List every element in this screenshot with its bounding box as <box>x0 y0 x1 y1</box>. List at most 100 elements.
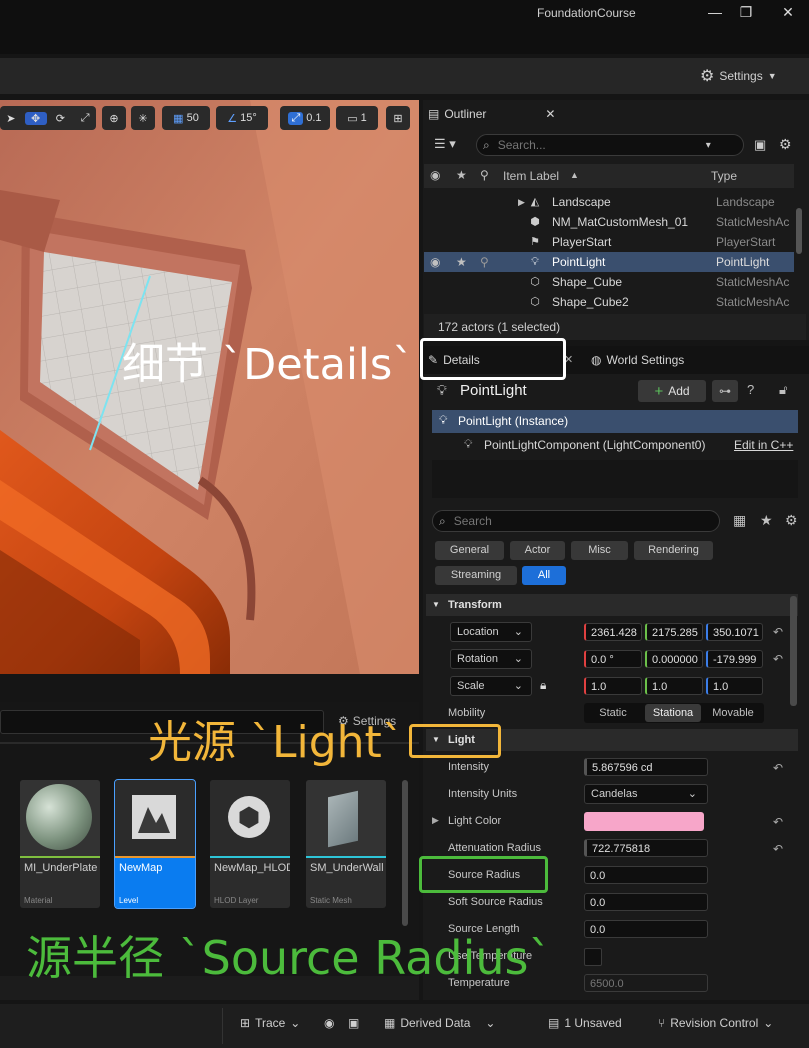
help-icon[interactable]: ? <box>747 382 754 397</box>
minimize-button[interactable]: — <box>700 2 730 22</box>
revision-control-button[interactable]: ⑂ Revision Control ⌄ <box>658 1016 773 1030</box>
grid-snap-button[interactable]: ▦ 50 <box>162 106 210 130</box>
add-component-button[interactable]: + Add <box>638 380 706 402</box>
category-streaming[interactable]: Streaming <box>435 566 517 585</box>
visibility-icon[interactable]: ◉ <box>430 255 440 269</box>
lock-icon[interactable]: 🔓︎ <box>779 382 787 398</box>
scale-z[interactable]: 1.0 <box>706 677 763 695</box>
expand-icon[interactable]: ▶ <box>518 197 525 208</box>
asset-tile[interactable]: SM_UnderWall Static Mesh <box>306 780 386 908</box>
location-dropdown[interactable]: Location ⌄ <box>450 622 532 642</box>
rotation-snap-button[interactable]: ∠ 15° <box>216 106 268 130</box>
transform-section-header[interactable]: ▼ Transform <box>426 594 798 616</box>
instance-row[interactable]: 💡︎ PointLight (Instance) <box>432 410 798 433</box>
outliner-scrollbar[interactable] <box>796 208 802 254</box>
category-rendering[interactable]: Rendering <box>634 541 713 560</box>
asset-tile[interactable]: ⬢ NewMap_HLOD0_... HLOD Layer <box>210 780 290 908</box>
scale-x[interactable]: 1.0 <box>584 677 642 695</box>
add-folder-icon[interactable]: ▣ <box>754 137 766 153</box>
close-button[interactable]: ✕ <box>773 2 803 22</box>
rotation-x[interactable]: 0.0 ° <box>584 650 642 668</box>
scale-y[interactable]: 1.0 <box>645 677 703 695</box>
camera-speed-button[interactable]: ▭ 1 <box>336 106 378 130</box>
scale-snap-button[interactable]: ⤢ 0.1 <box>280 106 330 130</box>
use-temperature-checkbox[interactable] <box>584 948 602 966</box>
asset-tile-selected[interactable]: NewMap Level <box>114 779 196 909</box>
outliner-search-input[interactable] <box>495 137 700 153</box>
details-search-input[interactable] <box>451 513 686 529</box>
rotation-y[interactable]: 0.000000 <box>645 650 703 668</box>
category-actor[interactable]: Actor <box>510 541 565 560</box>
intensity-units-dropdown[interactable]: Candelas ⌄ <box>584 784 708 804</box>
edit-cpp-link[interactable]: Edit in C++ <box>734 438 793 452</box>
type-header[interactable]: Type <box>711 169 737 183</box>
location-y[interactable]: 2175.285 <box>645 623 703 641</box>
tab-outliner[interactable]: ▤ Outliner ✕ <box>428 101 555 127</box>
settings-button[interactable]: ⚙ Settings ▼ <box>700 66 777 86</box>
source-radius-field[interactable]: 0.0 <box>584 866 708 884</box>
outliner-row[interactable]: ⚑ PlayerStart PlayerStart <box>424 232 794 252</box>
asset-tile[interactable]: MI_UnderPlate Material <box>20 780 100 908</box>
unsaved-button[interactable]: ▤ 1 Unsaved <box>548 1016 622 1030</box>
lock-icon[interactable]: 🔒︎ <box>540 678 546 693</box>
location-z[interactable]: 350.1071 <box>706 623 763 641</box>
expand-icon[interactable]: ▶ <box>432 815 439 826</box>
mobility-stationary[interactable]: Stationa <box>645 704 701 722</box>
surface-snap-icon[interactable]: ✳ <box>131 106 155 130</box>
rotation-dropdown[interactable]: Rotation ⌄ <box>450 649 532 669</box>
reset-icon[interactable]: ↶ <box>771 652 785 666</box>
source-length-field[interactable]: 0.0 <box>584 920 708 938</box>
record-icon[interactable]: ◉ <box>324 1016 334 1030</box>
outliner-row[interactable]: ⬡ Shape_Cube StaticMeshAc <box>424 272 794 292</box>
gear-icon[interactable]: ⚙ <box>779 136 792 153</box>
pin-icon[interactable]: ⚲ <box>480 255 489 269</box>
temperature-field[interactable]: 6500.0 <box>584 974 708 992</box>
rotation-z[interactable]: -179.999 <box>706 650 763 668</box>
star-icon[interactable]: ★ <box>456 255 467 269</box>
reset-icon[interactable]: ↶ <box>771 842 785 856</box>
reset-icon[interactable]: ↶ <box>771 625 785 639</box>
outliner-row-selected[interactable]: ◉ ★ ⚲ 💡︎ PointLight PointLight <box>424 252 794 272</box>
details-scrollbar[interactable] <box>790 596 797 706</box>
component-row[interactable]: 💡︎ PointLightComponent (LightComponent0)… <box>432 434 798 456</box>
outliner-search[interactable]: ⌕ ▾ <box>476 134 744 156</box>
category-misc[interactable]: Misc <box>571 541 628 560</box>
light-color-swatch[interactable] <box>584 812 704 831</box>
move-tool-icon[interactable]: ✥ <box>24 111 47 125</box>
world-space-icon[interactable]: ⊕ <box>102 106 126 130</box>
reset-icon[interactable]: ↶ <box>771 761 785 775</box>
outliner-row[interactable]: ⬡ Shape_Cube2 StaticMeshAc <box>424 292 794 312</box>
chevron-down-icon[interactable]: ▾ <box>706 140 711 151</box>
derived-data-button[interactable]: ▦ Derived Data ⌄ <box>384 1016 495 1030</box>
details-search[interactable]: ⌕ <box>432 510 720 532</box>
location-x[interactable]: 2361.428 <box>584 623 642 641</box>
tab-world-settings[interactable]: ◍ World Settings <box>591 347 684 373</box>
content-scrollbar[interactable] <box>402 780 408 926</box>
item-label-header[interactable]: Item Label <box>503 169 559 183</box>
category-general[interactable]: General <box>435 541 504 560</box>
scale-tool-icon[interactable]: ⤢ <box>74 112 96 125</box>
select-tool-icon[interactable]: ➤ <box>0 112 22 125</box>
mobility-movable[interactable]: Movable <box>705 704 761 722</box>
soft-source-radius-field[interactable]: 0.0 <box>584 893 708 911</box>
trace-button[interactable]: ⊞ Trace ⌄ <box>240 1016 300 1030</box>
scale-dropdown[interactable]: Scale ⌄ <box>450 676 532 696</box>
star-icon[interactable]: ★ <box>760 512 773 529</box>
reset-icon[interactable]: ↶ <box>771 815 785 829</box>
rotate-tool-icon[interactable]: ⟳ <box>50 112 72 125</box>
category-all[interactable]: All <box>522 566 566 585</box>
filter-button[interactable]: ☰ ▾ <box>434 136 468 156</box>
intensity-field[interactable]: 5.867596 cd <box>584 758 708 776</box>
attenuation-radius-field[interactable]: 722.775818 <box>584 839 708 857</box>
layout-icon[interactable]: ⊞ <box>386 106 410 130</box>
blueprint-icon[interactable]: ⊶ <box>712 380 738 402</box>
outliner-row[interactable]: ▶ ◭ Landscape Landscape <box>424 192 794 212</box>
screenshot-icon[interactable]: ▣ <box>348 1016 359 1030</box>
restore-button[interactable]: ❐ <box>731 2 761 22</box>
mobility-static[interactable]: Static <box>585 704 641 722</box>
table-view-icon[interactable]: ▦ <box>733 512 746 529</box>
gear-icon[interactable]: ⚙ <box>785 512 798 529</box>
transform-tools[interactable]: ➤ ✥ ⟳ ⤢ <box>0 106 96 130</box>
outliner-row[interactable]: ⬢ NM_MatCustomMesh_01 StaticMeshAc <box>424 212 794 232</box>
close-tab-icon[interactable]: ✕ <box>545 107 555 121</box>
